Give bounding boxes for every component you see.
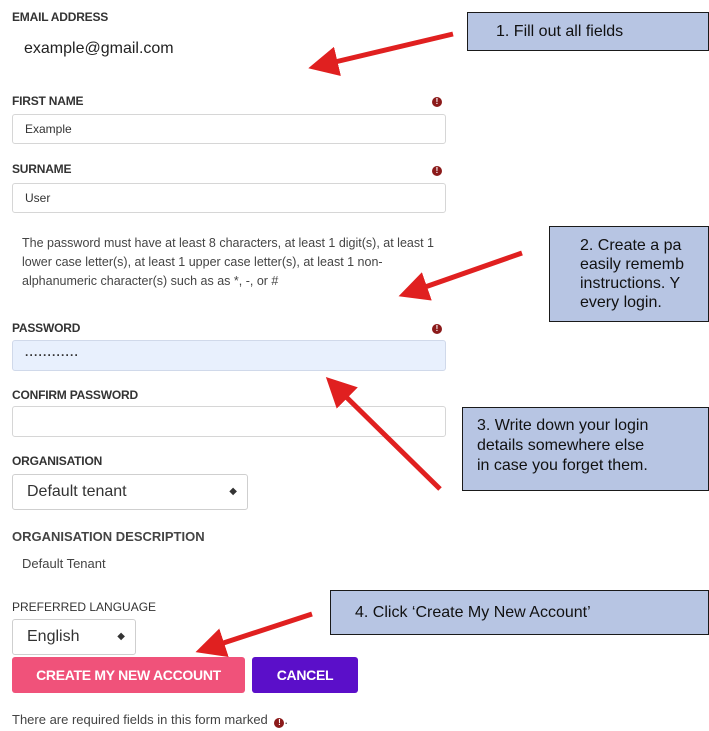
- arrow-to-password-rules: [398, 250, 523, 301]
- arrow-to-password-field: [325, 376, 442, 491]
- annotation-arrows: [195, 31, 523, 658]
- arrow-to-email: [308, 31, 454, 76]
- arrow-to-create-button: [195, 611, 313, 658]
